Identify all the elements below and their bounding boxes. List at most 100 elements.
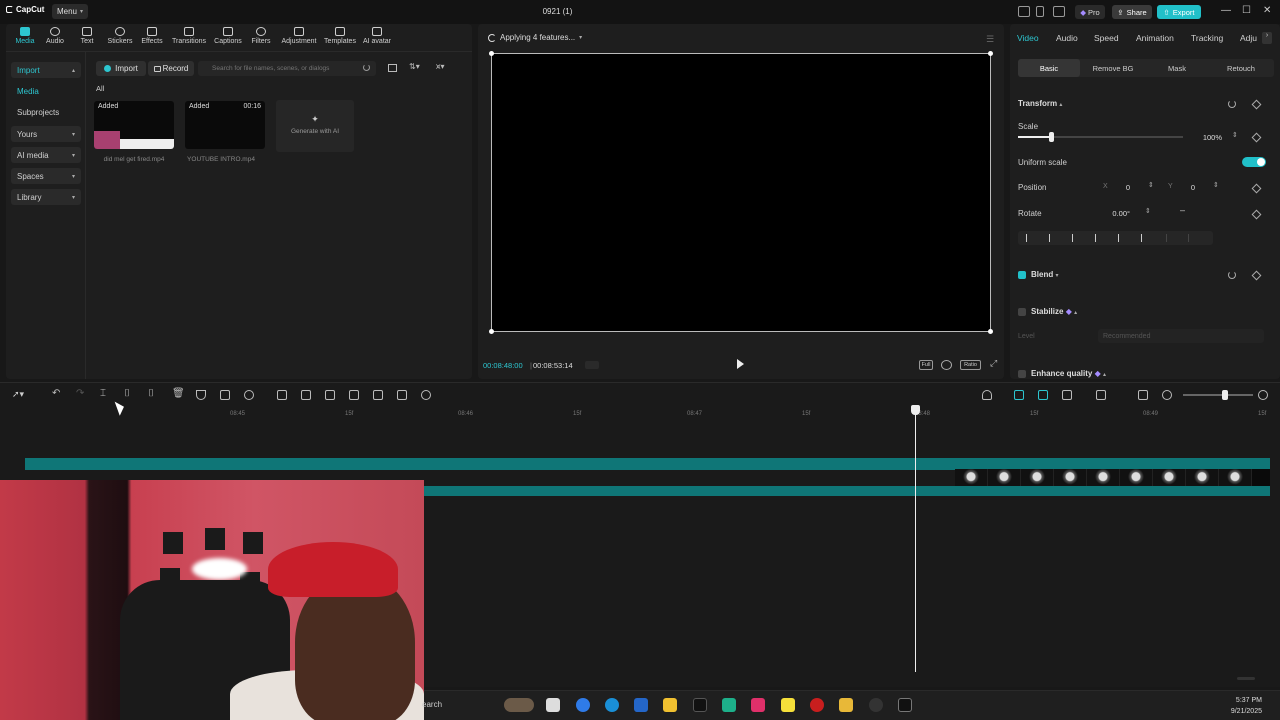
tab-templates[interactable]: Templates — [321, 27, 359, 51]
file-explorer-icon[interactable] — [663, 698, 677, 712]
sidebar-item-ai-media[interactable]: AI media ▾ — [11, 147, 81, 163]
align-left-icon[interactable] — [1026, 234, 1035, 242]
reset-icon[interactable] — [1228, 100, 1236, 108]
tab-tracking[interactable]: Tracking — [1191, 33, 1223, 43]
capcut-taskbar-icon[interactable] — [898, 698, 912, 712]
tiktok-icon[interactable] — [693, 698, 707, 712]
delete-icon[interactable]: 🗑 — [172, 388, 185, 399]
align-right-icon[interactable] — [1072, 234, 1081, 242]
media-item[interactable]: Added 00:16 — [185, 101, 265, 149]
tab-stickers[interactable]: Stickers — [104, 27, 136, 51]
pos-y-input[interactable]: 0 — [1180, 183, 1195, 192]
rotate-input[interactable]: 0.00° — [1100, 209, 1130, 218]
text-to-speech-icon[interactable] — [373, 390, 383, 400]
align-top-icon[interactable] — [1095, 234, 1104, 242]
zoom-in-icon[interactable] — [1258, 390, 1268, 400]
tab-ai-avatar[interactable]: AI avatar — [360, 27, 394, 51]
freeze-icon[interactable] — [277, 390, 287, 400]
rotate-knob-icon[interactable]: – — [1180, 205, 1185, 215]
tab-adjustment[interactable]: Adjustment — [278, 27, 320, 51]
playhead-handle[interactable] — [911, 405, 920, 415]
scale-slider[interactable] — [1018, 132, 1183, 142]
tab-adjust[interactable]: Adju — [1240, 33, 1257, 43]
chrome-icon[interactable] — [869, 698, 883, 712]
stepper-icon[interactable]: ⇕ — [1213, 181, 1219, 189]
sidebar-item-spaces[interactable]: Spaces ▾ — [11, 168, 81, 184]
minimize-icon[interactable]: — — [1221, 5, 1231, 16]
tiktok-studio-icon[interactable] — [751, 698, 765, 712]
refresh-icon[interactable] — [363, 64, 370, 71]
keyframe-icon[interactable] — [1251, 99, 1262, 110]
align-bottom-icon[interactable] — [1141, 234, 1150, 242]
undo-icon[interactable]: ↶ — [52, 388, 60, 399]
app-icon[interactable] — [839, 698, 853, 712]
copilot-icon[interactable] — [576, 698, 590, 712]
reset-icon[interactable] — [1228, 271, 1236, 279]
align-center-icon[interactable] — [1049, 234, 1058, 242]
resize-handle[interactable] — [489, 329, 494, 334]
speed-icon[interactable] — [244, 390, 254, 400]
store-icon[interactable] — [634, 698, 648, 712]
uniform-scale-toggle[interactable] — [1242, 157, 1266, 167]
level-dropdown[interactable]: Recommended — [1098, 329, 1264, 343]
system-clock[interactable]: 5:37 PM 9/21/2025 — [1231, 695, 1262, 717]
select-tool-icon[interactable]: ➚▾ — [12, 389, 24, 400]
subtab-retouch[interactable]: Retouch — [1210, 59, 1272, 77]
generate-with-ai-button[interactable]: ✦ Generate with AI — [276, 100, 354, 152]
sidebar-item-import[interactable]: Import ▴ — [11, 62, 81, 78]
split-icon[interactable]: ⌶ — [100, 388, 106, 399]
export-button[interactable]: ⇧ Export — [1157, 5, 1201, 19]
status-indicator[interactable]: Applying 4 features... ▾ — [488, 33, 582, 42]
layout-icon[interactable] — [1018, 6, 1030, 17]
keyframe-icon[interactable] — [1251, 132, 1262, 143]
blend-checkbox[interactable] — [1018, 271, 1026, 279]
grid-view-icon[interactable] — [388, 64, 397, 72]
caption-track-icon[interactable] — [1138, 390, 1148, 400]
zoom-out-icon[interactable] — [1162, 390, 1172, 400]
tab-audio[interactable]: Audio — [40, 27, 70, 51]
share-button[interactable]: ⇪ Share — [1112, 5, 1152, 19]
tab-audio[interactable]: Audio — [1056, 33, 1078, 43]
tab-transitions[interactable]: Transitions — [169, 27, 209, 51]
widget-icon[interactable] — [504, 698, 534, 712]
sidebar-item-yours[interactable]: Yours ▾ — [11, 126, 81, 142]
stepper-icon[interactable]: ⇕ — [1148, 181, 1154, 189]
subtab-remove-bg[interactable]: Remove BG — [1082, 59, 1144, 77]
align-middle-icon[interactable] — [1118, 234, 1127, 242]
import-button[interactable]: Import — [96, 61, 146, 76]
enhance-checkbox[interactable] — [1018, 370, 1026, 378]
magnet-icon[interactable] — [1014, 390, 1024, 400]
scale-slider-knob[interactable] — [1049, 132, 1054, 142]
keyframe-icon[interactable] — [1251, 270, 1262, 281]
resize-handle[interactable] — [988, 51, 993, 56]
retouch-icon[interactable] — [397, 390, 407, 400]
tab-text[interactable]: Text — [72, 27, 102, 51]
link-icon[interactable] — [1038, 390, 1048, 400]
stabilize-title[interactable]: Stabilize ◆ ▴ — [1031, 307, 1077, 316]
full-button[interactable]: Full — [919, 360, 933, 370]
maximize-icon[interactable]: ☐ — [1242, 5, 1251, 16]
microphone-icon[interactable] — [982, 390, 992, 400]
keyframe-icon[interactable] — [1251, 183, 1262, 194]
snapchat-icon[interactable] — [781, 698, 795, 712]
zoom-slider[interactable] — [1183, 394, 1253, 396]
rotate-icon[interactable] — [325, 390, 335, 400]
sidebar-item-library[interactable]: Library ▾ — [11, 189, 81, 205]
filter-icon[interactable]: ⩙▾ — [436, 62, 445, 72]
pro-button[interactable]: ◆ Pro — [1075, 5, 1105, 19]
pos-x-input[interactable]: 0 — [1115, 183, 1130, 192]
close-icon[interactable]: ✕ — [1263, 5, 1271, 16]
split-right-icon[interactable]: ⌷ — [148, 388, 154, 399]
subtab-mask[interactable]: Mask — [1146, 59, 1208, 77]
chevron-right-icon[interactable]: › — [1262, 32, 1272, 44]
fullscreen-icon[interactable]: ⤢ — [990, 358, 997, 369]
taskbar-search[interactable]: earch — [422, 700, 442, 709]
sort-icon[interactable]: ⇅▾ — [409, 62, 420, 71]
split-left-icon[interactable]: ⌷ — [124, 388, 130, 399]
zoom-slider-knob[interactable] — [1222, 390, 1228, 400]
app-icon[interactable] — [722, 698, 736, 712]
tab-speed[interactable]: Speed — [1094, 33, 1119, 43]
media-item[interactable]: Added — [94, 101, 174, 149]
tab-video[interactable]: Video — [1017, 33, 1039, 43]
ratio-button[interactable]: Ratio — [960, 360, 981, 370]
